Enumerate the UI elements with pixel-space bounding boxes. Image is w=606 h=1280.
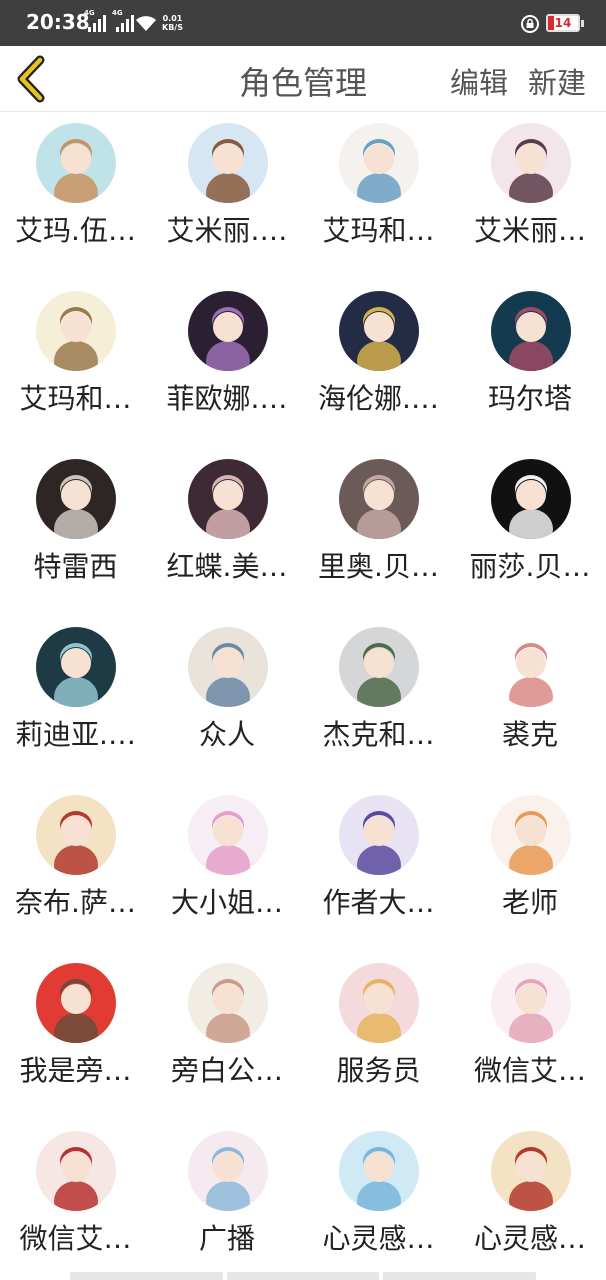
role-name: 微信艾… bbox=[19, 1222, 132, 1255]
role-avatar bbox=[187, 459, 268, 539]
role-name: 玛尔塔 bbox=[487, 382, 572, 415]
role-name: 艾玛和… bbox=[19, 382, 132, 415]
role-item[interactable]: 艾玛和… bbox=[303, 113, 454, 281]
battery-icon: 14 bbox=[546, 14, 584, 32]
status-time: 20:38 bbox=[26, 10, 90, 34]
role-item[interactable]: 玛尔塔 bbox=[455, 281, 606, 449]
role-item[interactable]: 特雷西 bbox=[0, 449, 151, 617]
role-item[interactable]: 心灵感… bbox=[303, 1121, 454, 1280]
role-avatar bbox=[36, 963, 116, 1043]
role-avatar bbox=[490, 627, 571, 707]
role-avatar bbox=[36, 123, 116, 203]
role-name: 众人 bbox=[198, 718, 255, 751]
role-item[interactable]: 作者大… bbox=[303, 785, 454, 953]
role-item[interactable]: 服务员 bbox=[303, 953, 454, 1121]
role-avatar bbox=[339, 459, 419, 539]
role-name: 作者大… bbox=[322, 886, 435, 919]
role-name: 特雷西 bbox=[33, 550, 118, 583]
edit-button[interactable]: 编辑 bbox=[450, 60, 508, 102]
role-avatar bbox=[187, 795, 268, 875]
role-item[interactable]: 海伦娜.… bbox=[303, 281, 454, 449]
role-avatar bbox=[187, 1131, 268, 1211]
page-title: 角色管理 bbox=[238, 64, 367, 102]
role-item[interactable]: 众人 bbox=[152, 617, 303, 785]
role-name: 里奥.贝… bbox=[318, 550, 439, 583]
role-name: 心灵感… bbox=[322, 1222, 435, 1255]
role-avatar bbox=[36, 291, 116, 371]
role-item[interactable]: 微信艾… bbox=[0, 1121, 151, 1280]
role-item[interactable]: 莉迪亚.… bbox=[0, 617, 151, 785]
role-avatar bbox=[36, 627, 116, 707]
role-avatar bbox=[490, 1131, 571, 1211]
role-item[interactable]: 微信艾… bbox=[455, 953, 606, 1121]
role-name: 大小姐… bbox=[170, 886, 283, 919]
role-avatar bbox=[36, 795, 116, 875]
role-name: 心灵感… bbox=[473, 1222, 586, 1255]
new-button[interactable]: 新建 bbox=[528, 60, 586, 102]
role-item[interactable]: 丽莎.贝… bbox=[455, 449, 606, 617]
role-name: 丽莎.贝… bbox=[469, 550, 591, 583]
signal-group: 4G 4G bbox=[84, 9, 134, 32]
role-name: 杰克和… bbox=[322, 718, 435, 751]
role-item[interactable]: 大小姐… bbox=[152, 785, 303, 953]
role-item[interactable]: 艾玛和… bbox=[0, 281, 151, 449]
role-avatar bbox=[36, 459, 116, 539]
role-name: 海伦娜.… bbox=[318, 382, 439, 415]
rotation-lock-icon bbox=[521, 15, 539, 33]
role-item[interactable]: 里奥.贝… bbox=[303, 449, 454, 617]
role-name: 服务员 bbox=[336, 1054, 421, 1087]
role-item[interactable]: 艾米丽.… bbox=[152, 113, 303, 281]
role-item[interactable]: 艾米丽… bbox=[455, 113, 606, 281]
role-avatar bbox=[490, 795, 571, 875]
role-item[interactable]: 艾玛.伍… bbox=[0, 113, 151, 281]
role-name: 艾玛和… bbox=[322, 214, 435, 247]
role-item[interactable]: 裘克 bbox=[455, 617, 606, 785]
role-name: 旁白公… bbox=[170, 1054, 283, 1087]
role-item[interactable]: 杰克和… bbox=[303, 617, 454, 785]
role-avatar bbox=[339, 291, 419, 371]
role-name: 艾米丽.… bbox=[166, 214, 288, 247]
battery-level: 14 bbox=[554, 16, 572, 30]
role-avatar bbox=[490, 291, 571, 371]
role-item[interactable]: 奈布.萨… bbox=[0, 785, 151, 953]
role-name: 微信艾… bbox=[473, 1054, 586, 1087]
role-name: 艾玛.伍… bbox=[15, 214, 136, 247]
role-avatar bbox=[490, 123, 571, 203]
network-speed: 0.01 KB/S bbox=[162, 14, 183, 32]
wifi-icon bbox=[136, 16, 156, 31]
role-avatar bbox=[490, 459, 571, 539]
role-avatar bbox=[339, 795, 419, 875]
role-avatar bbox=[187, 123, 268, 203]
role-item[interactable]: 菲欧娜.… bbox=[152, 281, 303, 449]
role-avatar bbox=[339, 627, 419, 707]
role-item[interactable]: 老师 bbox=[455, 785, 606, 953]
role-name: 莉迪亚.… bbox=[15, 718, 136, 751]
cell-signal-icon: 4G bbox=[84, 9, 106, 32]
scroll-edge bbox=[70, 1272, 537, 1280]
role-name: 红蝶.美… bbox=[166, 550, 288, 583]
role-avatar bbox=[339, 1131, 419, 1211]
role-name: 奈布.萨… bbox=[15, 886, 136, 919]
cell-signal-icon: 4G bbox=[112, 9, 134, 32]
role-item[interactable]: 旁白公… bbox=[152, 953, 303, 1121]
status-bar: 20:38 4G 4G 0.01 KB/S 14 bbox=[0, 0, 606, 46]
role-avatar bbox=[339, 123, 419, 203]
role-avatar bbox=[187, 963, 268, 1043]
role-name: 艾米丽… bbox=[473, 214, 586, 247]
role-avatar bbox=[339, 963, 419, 1043]
role-item[interactable]: 心灵感… bbox=[455, 1121, 606, 1280]
role-name: 老师 bbox=[501, 886, 558, 919]
role-avatar bbox=[187, 627, 268, 707]
role-name: 我是旁… bbox=[19, 1054, 132, 1087]
role-avatar bbox=[187, 291, 268, 371]
role-name: 广播 bbox=[198, 1222, 255, 1255]
role-name: 裘克 bbox=[501, 718, 558, 751]
role-name: 菲欧娜.… bbox=[166, 382, 288, 415]
title-bar: 角色管理 编辑 新建 bbox=[0, 46, 606, 112]
role-item[interactable]: 广播 bbox=[152, 1121, 303, 1280]
role-avatar bbox=[490, 963, 571, 1043]
role-item[interactable]: 红蝶.美… bbox=[152, 449, 303, 617]
role-avatar bbox=[36, 1131, 116, 1211]
role-item[interactable]: 我是旁… bbox=[0, 953, 151, 1121]
